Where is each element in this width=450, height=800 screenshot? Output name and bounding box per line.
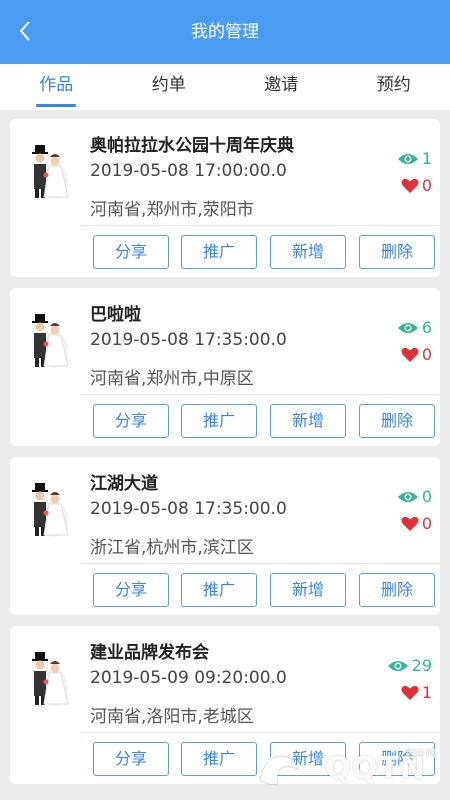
active-tab-indicator [36, 104, 77, 107]
card-divider [80, 225, 440, 226]
delete-button[interactable]: 删除 [359, 404, 435, 438]
work-title: 江湖大道 [90, 474, 158, 494]
share-button[interactable]: 分享 [93, 235, 169, 269]
like-count-value: 0 [421, 345, 432, 364]
eye-icon [397, 322, 418, 333]
card-divider [80, 563, 440, 564]
like-count: 0 [401, 514, 432, 533]
tab-orders[interactable]: 约单 [113, 64, 226, 110]
work-time: 2019-05-08 17:35:00.0 [90, 499, 287, 519]
share-button[interactable]: 分享 [93, 404, 169, 438]
wedding-couple-thumbnail [32, 145, 69, 199]
site-watermark: 腾牛网 QQTN [254, 748, 444, 794]
eye-icon [387, 660, 408, 671]
view-count: 29 [387, 656, 432, 675]
watermark-brand: QQTN [325, 751, 426, 786]
add-button[interactable]: 新增 [270, 235, 346, 269]
promote-button[interactable]: 推广 [181, 235, 257, 269]
card-actions: 分享 推广 新增 删除 [93, 235, 440, 269]
card-divider [80, 732, 440, 733]
add-button[interactable]: 新增 [270, 404, 346, 438]
add-button[interactable]: 新增 [270, 573, 346, 607]
page-title: 我的管理 [191, 22, 259, 42]
wedding-couple-thumbnail [32, 314, 69, 368]
promote-button[interactable]: 推广 [181, 742, 257, 776]
view-count: 1 [397, 149, 432, 168]
like-count-value: 0 [421, 176, 432, 195]
work-location: 河南省,郑州市,荥阳市 [90, 200, 254, 220]
work-time: 2019-05-09 09:20:00.0 [90, 668, 287, 688]
work-location: 河南省,洛阳市,老城区 [90, 707, 254, 727]
tab-label: 预约 [376, 75, 411, 95]
like-count-value: 0 [421, 514, 432, 533]
view-count-value: 29 [411, 656, 432, 675]
share-button[interactable]: 分享 [93, 573, 169, 607]
heart-icon [401, 178, 419, 193]
work-card[interactable]: 奥帕拉拉水公园十周年庆典 2019-05-08 17:00:00.0 河南省,郑… [10, 119, 440, 277]
tab-reservations[interactable]: 预约 [338, 64, 450, 110]
heart-icon [401, 347, 419, 362]
delete-button[interactable]: 删除 [359, 235, 435, 269]
view-count-value: 1 [421, 149, 432, 168]
eye-icon [397, 491, 418, 502]
tab-label: 邀请 [264, 75, 299, 95]
work-card[interactable]: 江湖大道 2019-05-08 17:35:00.0 浙江省,杭州市,滨江区 0… [10, 457, 440, 615]
promote-button[interactable]: 推广 [181, 404, 257, 438]
work-title: 奥帕拉拉水公园十周年庆典 [90, 136, 294, 156]
tab-label: 约单 [151, 75, 186, 95]
watermark-logo-icon [259, 755, 299, 785]
promote-button[interactable]: 推广 [181, 573, 257, 607]
wedding-couple-thumbnail [32, 652, 69, 706]
heart-icon [401, 685, 419, 700]
delete-button[interactable]: 删除 [359, 573, 435, 607]
eye-icon [397, 153, 418, 164]
work-card[interactable]: 巴啦啦 2019-05-08 17:35:00.0 河南省,郑州市,中原区 6 … [10, 288, 440, 446]
work-time: 2019-05-08 17:00:00.0 [90, 161, 287, 181]
wedding-couple-thumbnail [32, 483, 69, 537]
share-button[interactable]: 分享 [93, 742, 169, 776]
tab-bar: 作品 约单 邀请 预约 [0, 64, 450, 110]
view-count-value: 6 [421, 318, 432, 337]
like-count: 0 [401, 176, 432, 195]
view-count: 0 [397, 487, 432, 506]
work-title: 建业品牌发布会 [90, 643, 209, 663]
app-header: 我的管理 [0, 0, 450, 64]
like-count: 1 [401, 683, 432, 702]
tab-works[interactable]: 作品 [0, 64, 113, 110]
card-divider [80, 394, 440, 395]
card-actions: 分享 推广 新增 删除 [93, 573, 440, 607]
tab-invites[interactable]: 邀请 [225, 64, 338, 110]
work-location: 河南省,郑州市,中原区 [90, 369, 254, 389]
tab-label: 作品 [39, 75, 74, 95]
heart-icon [401, 516, 419, 531]
work-location: 浙江省,杭州市,滨江区 [90, 538, 254, 558]
view-count: 6 [397, 318, 432, 337]
like-count: 0 [401, 345, 432, 364]
like-count-value: 1 [421, 683, 432, 702]
card-actions: 分享 推广 新增 删除 [93, 404, 440, 438]
work-title: 巴啦啦 [90, 305, 141, 325]
view-count-value: 0 [421, 487, 432, 506]
work-time: 2019-05-08 17:35:00.0 [90, 330, 287, 350]
